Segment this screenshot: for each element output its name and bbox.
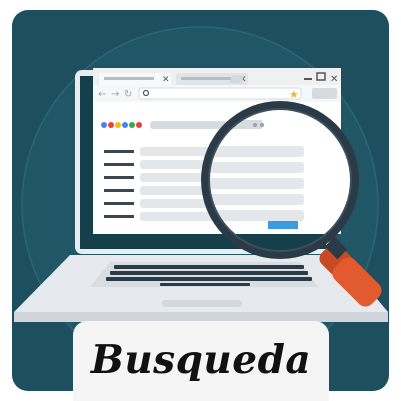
back-arrow-icon: ← — [98, 89, 106, 100]
star-icon: ★ — [289, 88, 299, 101]
caption-text: Busqueda — [90, 337, 312, 383]
address-bar — [138, 87, 302, 100]
menu-button — [312, 88, 337, 99]
caption-box: Busqueda — [73, 321, 329, 401]
minimize-icon — [304, 78, 312, 80]
close-icon: ✕ — [330, 74, 338, 85]
forward-arrow-icon: → — [111, 89, 119, 100]
tab-close-icon: ✕ — [162, 75, 170, 85]
reload-icon: ↻ — [124, 89, 132, 100]
